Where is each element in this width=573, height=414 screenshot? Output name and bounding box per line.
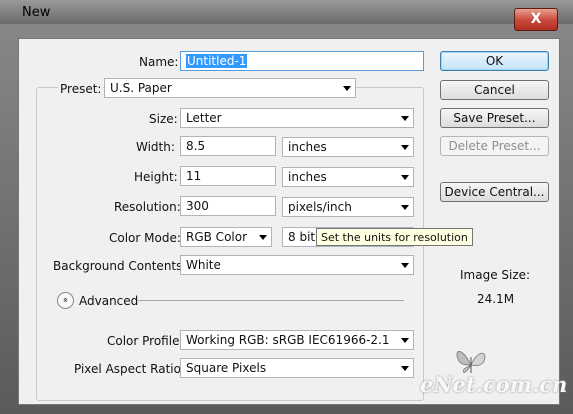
chevron-down-icon bbox=[401, 366, 409, 371]
background-value: White bbox=[186, 258, 221, 272]
dialog-window: New X Name: Untitled-1 Preset: U.S. Pape… bbox=[0, 0, 573, 414]
chevron-down-icon bbox=[401, 175, 409, 180]
close-button[interactable]: X bbox=[514, 8, 558, 31]
color-profile-label: Color Profile: bbox=[107, 334, 184, 348]
size-value: Letter bbox=[186, 111, 222, 125]
resolution-label: Resolution: bbox=[114, 200, 181, 214]
image-size-label: Image Size: bbox=[460, 268, 531, 282]
resolution-unit-value: pixels/inch bbox=[288, 200, 352, 214]
width-label: Width: bbox=[136, 140, 175, 154]
device-central-button[interactable]: Device Central... bbox=[440, 182, 549, 202]
preset-select[interactable]: U.S. Paper bbox=[104, 78, 356, 98]
background-label: Background Contents: bbox=[53, 259, 187, 273]
pixel-aspect-select[interactable]: Square Pixels bbox=[180, 358, 414, 378]
advanced-toggle-button[interactable]: » bbox=[57, 292, 74, 309]
chevron-down-icon bbox=[401, 116, 409, 121]
width-unit-value: inches bbox=[288, 140, 327, 154]
chevron-down-icon bbox=[343, 86, 351, 91]
size-label: Size: bbox=[149, 112, 178, 126]
height-label: Height: bbox=[134, 170, 178, 184]
collapse-chevrons-icon: » bbox=[60, 297, 71, 303]
watermark-text: eNet.com.cn bbox=[420, 372, 568, 397]
delete-preset-button[interactable]: Delete Preset... bbox=[440, 136, 549, 156]
name-value: Untitled-1 bbox=[186, 54, 248, 68]
height-unit-select[interactable]: inches bbox=[282, 167, 414, 187]
resolution-tooltip: Set the units for resolution bbox=[316, 228, 473, 246]
size-select[interactable]: Letter bbox=[180, 108, 414, 128]
color-mode-label: Color Mode: bbox=[109, 231, 181, 245]
background-select[interactable]: White bbox=[180, 255, 414, 275]
color-profile-value: Working RGB: sRGB IEC61966-2.1 bbox=[186, 333, 390, 347]
image-size-value: 24.1M bbox=[477, 292, 515, 306]
resolution-input[interactable]: 300 bbox=[180, 196, 276, 216]
width-input[interactable]: 8.5 bbox=[180, 136, 276, 156]
preset-label: Preset: bbox=[58, 82, 104, 96]
title-bar[interactable]: New bbox=[0, 0, 573, 24]
window-title: New bbox=[22, 5, 51, 20]
height-input[interactable]: 11 bbox=[180, 166, 276, 186]
chevron-down-icon bbox=[401, 263, 409, 268]
name-label: Name: bbox=[139, 55, 179, 69]
chevron-down-icon bbox=[259, 235, 267, 240]
chevron-down-icon bbox=[401, 205, 409, 210]
chevron-down-icon bbox=[401, 145, 409, 150]
ok-button[interactable]: OK bbox=[440, 51, 549, 71]
color-mode-value: RGB Color bbox=[186, 230, 248, 244]
chevron-down-icon bbox=[401, 338, 409, 343]
name-input[interactable]: Untitled-1 bbox=[180, 51, 424, 71]
preset-value: U.S. Paper bbox=[110, 81, 172, 95]
cancel-button[interactable]: Cancel bbox=[440, 80, 549, 100]
resolution-unit-select[interactable]: pixels/inch bbox=[282, 197, 414, 217]
color-profile-select[interactable]: Working RGB: sRGB IEC61966-2.1 bbox=[180, 330, 414, 350]
save-preset-button[interactable]: Save Preset... bbox=[440, 108, 549, 128]
pixel-aspect-label: Pixel Aspect Ratio: bbox=[74, 362, 185, 376]
pixel-aspect-value: Square Pixels bbox=[186, 361, 267, 375]
height-unit-value: inches bbox=[288, 170, 327, 184]
width-unit-select[interactable]: inches bbox=[282, 137, 414, 157]
bit-depth-value: 8 bit bbox=[288, 230, 316, 244]
advanced-divider bbox=[138, 300, 404, 301]
advanced-label: Advanced bbox=[79, 294, 139, 308]
color-mode-select[interactable]: RGB Color bbox=[180, 227, 272, 247]
